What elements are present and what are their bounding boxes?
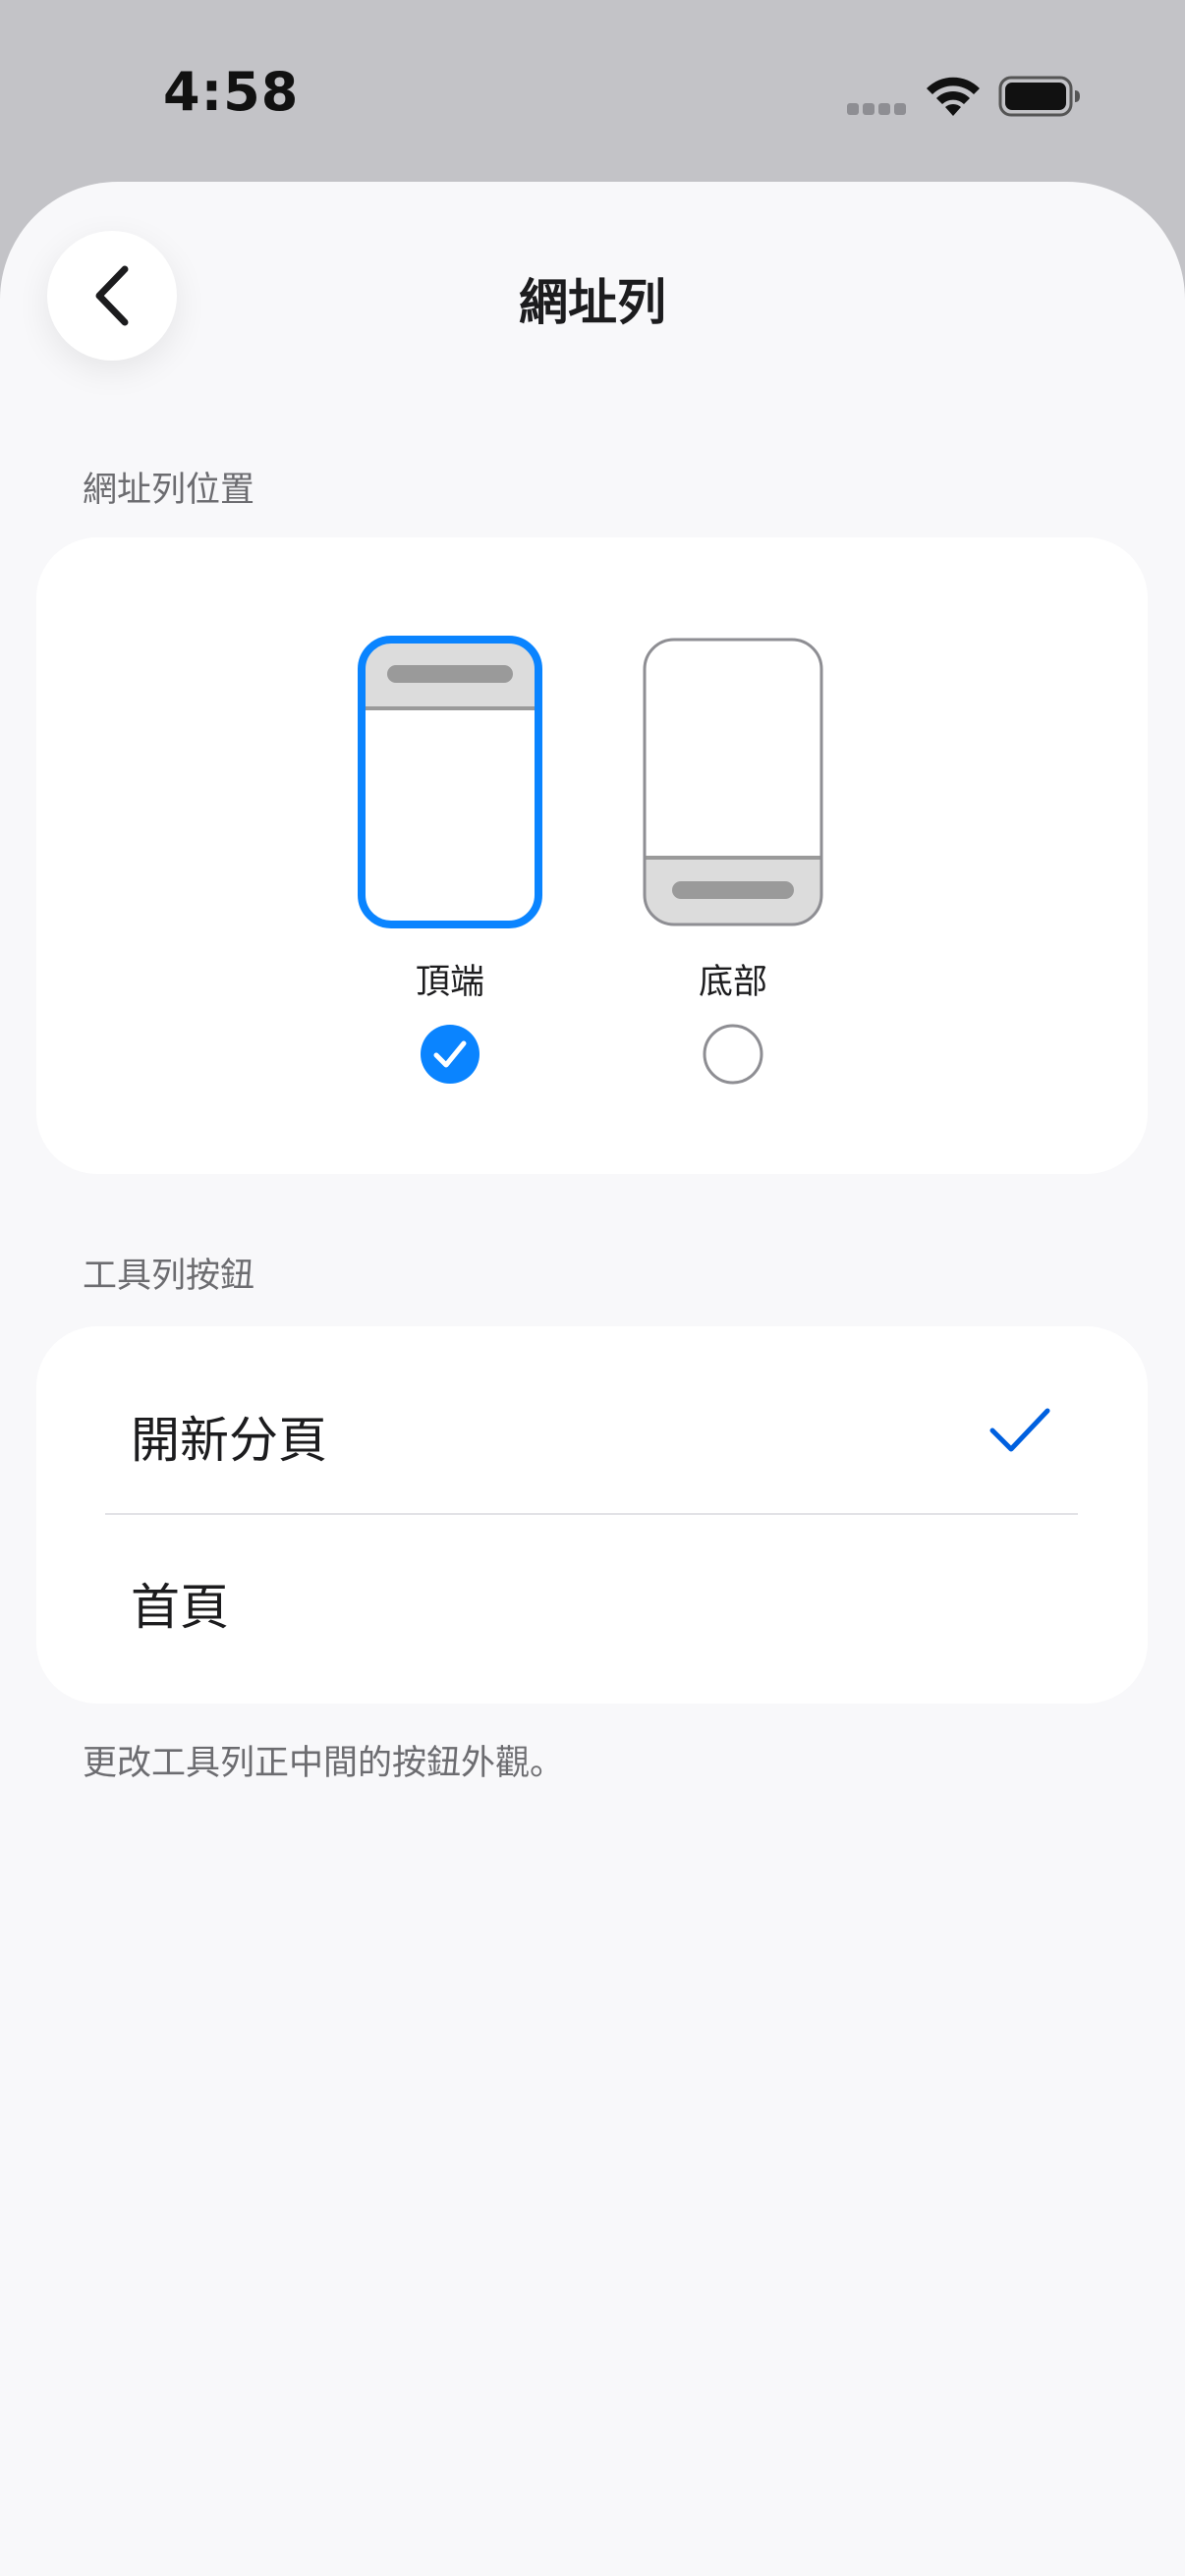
toolbar-footnote: 更改工具列正中間的按鈕外觀。 [83, 1744, 565, 1783]
position-label-top: 頂端 [415, 963, 484, 1002]
checkmark-icon [989, 1408, 1050, 1452]
position-option-bottom[interactable]: 底部 [635, 630, 831, 1085]
toolbar-button-card: 開新分頁 首頁 [36, 1326, 1148, 1704]
radio-checked-icon[interactable] [419, 1023, 481, 1086]
status-bar: 4:58 [0, 0, 1185, 187]
position-label-bottom: 底部 [698, 963, 767, 1002]
toolbar-option-new-tab[interactable]: 開新分頁 [36, 1346, 1148, 1513]
toolbar-button-label: 工具列按鈕 [83, 1257, 255, 1296]
address-bar-position-card: 頂端 底部 [36, 537, 1148, 1174]
address-bar-position-label: 網址列位置 [83, 471, 255, 510]
phone-bottom-bar-icon [643, 638, 823, 926]
wifi-icon [927, 77, 980, 116]
position-option-top[interactable]: 頂端 [352, 630, 548, 1084]
toolbar-option-label: 首頁 [131, 1579, 229, 1636]
toolbar-option-home[interactable]: 首頁 [36, 1513, 1148, 1680]
battery-icon [998, 76, 1080, 117]
cellular-signal-icon [847, 103, 906, 115]
status-time: 4:58 [163, 61, 300, 123]
page-title: 網址列 [519, 274, 666, 331]
radio-unchecked-icon[interactable] [702, 1023, 764, 1086]
phone-top-bar-icon [358, 636, 542, 928]
toolbar-option-label: 開新分頁 [131, 1412, 327, 1469]
